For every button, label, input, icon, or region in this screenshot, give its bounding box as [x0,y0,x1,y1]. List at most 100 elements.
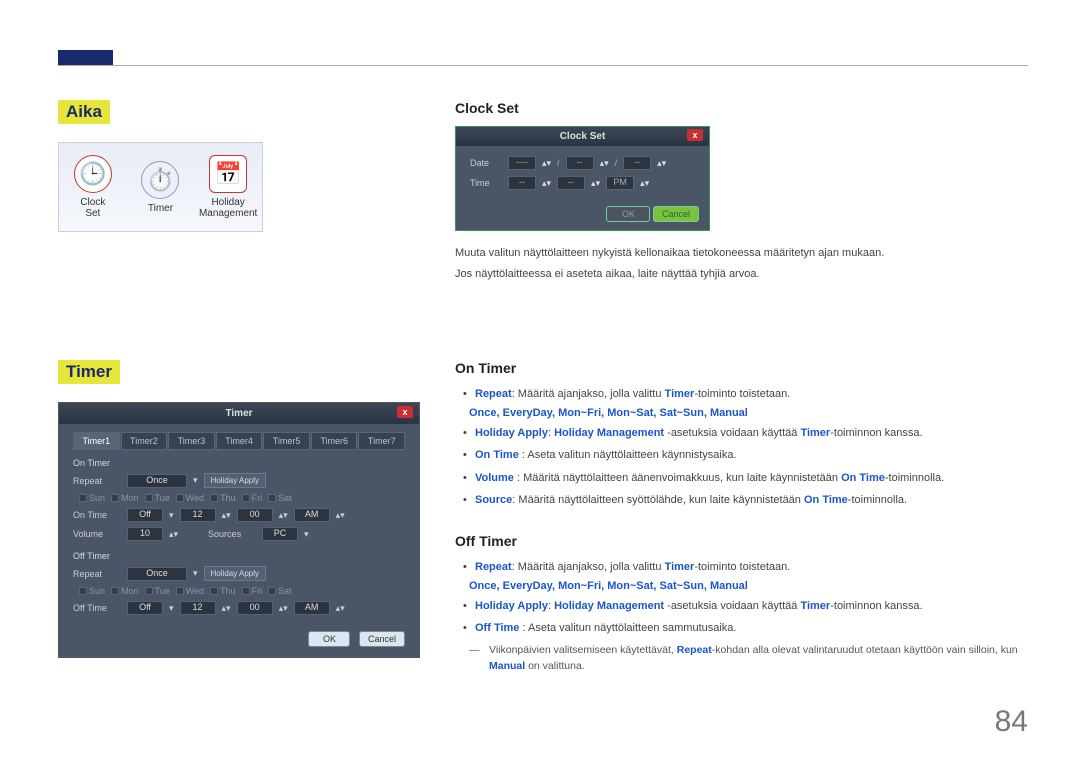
checkbox-icon[interactable] [268,494,276,502]
ontime-state[interactable]: Off [127,508,163,522]
cancel-button[interactable]: Cancel [653,206,699,222]
checkbox-icon[interactable] [176,587,184,595]
repeat-select[interactable]: Once [127,474,187,488]
stopwatch-icon: ⏱️ [141,161,179,199]
dropdown-icon[interactable]: ▾ [169,510,174,521]
day-sat[interactable]: Sat [268,586,292,596]
holiday-apply-button[interactable]: Holiday Apply [204,566,266,581]
offtime-label: Off Time [73,603,121,613]
checkbox-icon[interactable] [242,587,250,595]
stepper-icon[interactable]: ▴▾ [279,510,288,521]
stepper-icon[interactable]: ▴▾ [591,178,600,189]
checkbox-icon[interactable] [111,494,119,502]
list-item: Repeat: Määritä ajanjakso, jolla valittu… [461,386,1030,404]
checkbox-icon[interactable] [210,494,218,502]
checkbox-icon[interactable] [145,494,153,502]
time-label: Time [470,178,502,188]
stepper-icon[interactable]: ▴▾ [542,158,551,169]
top-divider [58,65,1028,66]
stepper-icon[interactable]: ▴▾ [222,510,231,521]
day-tue[interactable]: Tue [145,493,170,503]
offtime-ampm[interactable]: AM [294,601,330,615]
tab-timer6[interactable]: Timer6 [311,432,358,450]
day-tue[interactable]: Tue [145,586,170,596]
aika-holiday[interactable]: 📅 HolidayManagement [197,155,259,219]
clockset-para2: Jos näyttölaitteessa ei aseteta aikaa, l… [455,266,1030,283]
offtime-hour[interactable]: 12 [180,601,216,615]
day-mon[interactable]: Mon [111,493,139,503]
close-icon[interactable]: x [687,129,703,141]
day-fri[interactable]: Fri [242,493,263,503]
offtime-min[interactable]: 00 [237,601,273,615]
offtimer-options: Once, EveryDay, Mon~Fri, Mon~Sat, Sat~Su… [455,580,1030,592]
list-item: Off Time : Aseta valitun näyttölaitteen … [461,620,1030,638]
dropdown-icon[interactable]: ▾ [193,475,198,486]
tab-timer4[interactable]: Timer4 [216,432,263,450]
checkbox-icon[interactable] [210,587,218,595]
stepper-icon[interactable]: ▴▾ [336,603,345,614]
stepper-icon[interactable]: ▴▾ [542,178,551,189]
checkbox-icon[interactable] [79,587,87,595]
stepper-icon[interactable]: ▴▾ [657,158,666,169]
checkbox-icon[interactable] [111,587,119,595]
aika-clock-set[interactable]: 🕒 ClockSet [62,155,124,219]
day-fri[interactable]: Fri [242,586,263,596]
date-field[interactable]: -- [623,156,651,170]
ok-button[interactable]: OK [308,631,350,647]
time-ampm[interactable]: PM [606,176,634,190]
time-field[interactable]: -- [557,176,585,190]
clock-icon: 🕒 [74,155,112,193]
day-thu[interactable]: Thu [210,493,236,503]
volume-value[interactable]: 10 [127,527,163,541]
offtime-state[interactable]: Off [127,601,163,615]
offtimer-list: Repeat: Määritä ajanjakso, jolla valittu… [461,559,1030,577]
tab-timer7[interactable]: Timer7 [358,432,405,450]
tab-timer5[interactable]: Timer5 [263,432,310,450]
list-item: Repeat: Määritä ajanjakso, jolla valittu… [461,559,1030,577]
aika-timer[interactable]: ⏱️ Timer [129,161,191,214]
sources-value[interactable]: PC [262,527,298,541]
checkbox-icon[interactable] [268,587,276,595]
timer-label: Timer [58,360,120,384]
stepper-icon[interactable]: ▴▾ [336,510,345,521]
day-wed[interactable]: Wed [176,493,204,503]
dropdown-icon[interactable]: ▾ [304,529,309,540]
tab-timer2[interactable]: Timer2 [121,432,168,450]
tab-timer3[interactable]: Timer3 [168,432,215,450]
cancel-button[interactable]: Cancel [359,631,405,647]
ontime-ampm[interactable]: AM [294,508,330,522]
off-timer-section-title: Off Timer [73,551,405,561]
ok-button[interactable]: OK [606,206,650,222]
dropdown-icon[interactable]: ▾ [169,603,174,614]
stepper-icon[interactable]: ▴▾ [640,178,649,189]
checkbox-icon[interactable] [145,587,153,595]
accent-block [58,50,113,65]
checkbox-icon[interactable] [176,494,184,502]
repeat-select[interactable]: Once [127,567,187,581]
days-row: Sun Mon Tue Wed Thu Fri Sat [73,493,405,503]
day-mon[interactable]: Mon [111,586,139,596]
day-wed[interactable]: Wed [176,586,204,596]
date-field[interactable]: -- [566,156,594,170]
offtimer-heading: Off Timer [455,533,1030,549]
date-field[interactable]: ---- [508,156,536,170]
holiday-apply-button[interactable]: Holiday Apply [204,473,266,488]
aika-panel: 🕒 ClockSet ⏱️ Timer 📅 HolidayManagement [58,142,263,232]
close-icon[interactable]: x [397,406,413,418]
checkbox-icon[interactable] [79,494,87,502]
time-field[interactable]: -- [508,176,536,190]
clockset-heading: Clock Set [455,100,1030,116]
tab-timer1[interactable]: Timer1 [73,432,120,450]
ontime-hour[interactable]: 12 [180,508,216,522]
stepper-icon[interactable]: ▴▾ [222,603,231,614]
day-sun[interactable]: Sun [79,493,105,503]
stepper-icon[interactable]: ▴▾ [600,158,609,169]
stepper-icon[interactable]: ▴▾ [169,529,178,540]
dropdown-icon[interactable]: ▾ [193,568,198,579]
day-sat[interactable]: Sat [268,493,292,503]
day-sun[interactable]: Sun [79,586,105,596]
stepper-icon[interactable]: ▴▾ [279,603,288,614]
checkbox-icon[interactable] [242,494,250,502]
day-thu[interactable]: Thu [210,586,236,596]
ontime-min[interactable]: 00 [237,508,273,522]
